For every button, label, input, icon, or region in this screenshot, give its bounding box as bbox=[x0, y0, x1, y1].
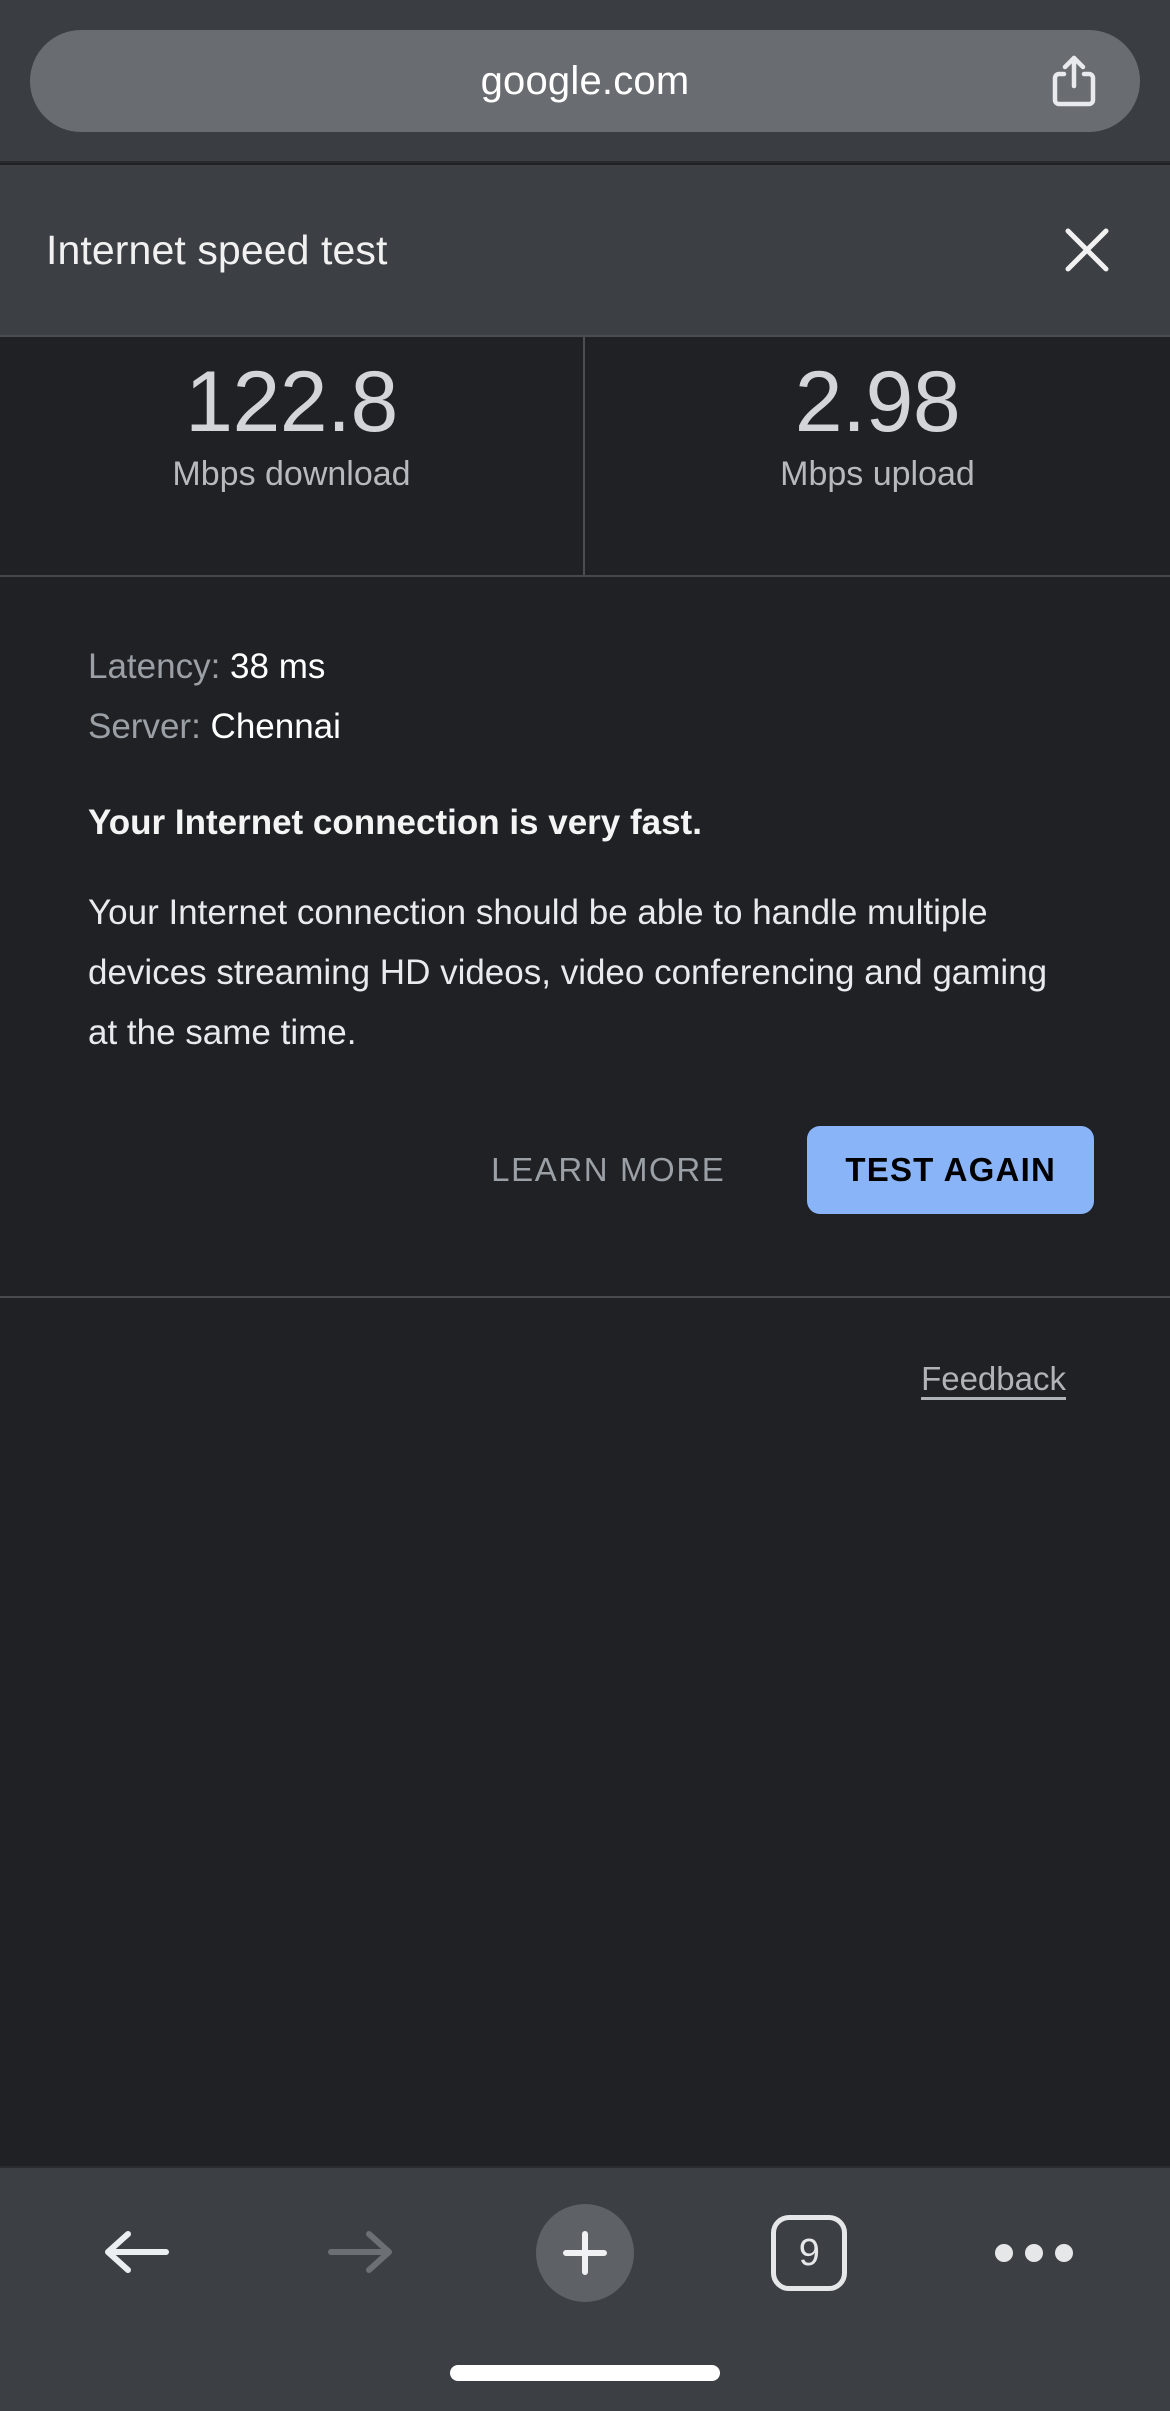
section-divider bbox=[0, 1296, 1170, 1298]
server-label: Server: bbox=[88, 707, 201, 746]
speed-results: 122.8 Mbps download 2.98 Mbps upload bbox=[0, 335, 1170, 577]
download-label: Mbps download bbox=[172, 454, 411, 493]
summary-body: Your Internet connection should be able … bbox=[88, 892, 1048, 1052]
close-icon[interactable] bbox=[1058, 221, 1116, 279]
speed-test-header: Internet speed test bbox=[0, 165, 1170, 335]
action-row: LEARN MORE TEST AGAIN bbox=[0, 1110, 1170, 1230]
ellipsis-icon bbox=[994, 2244, 1073, 2262]
feedback-row: Feedback bbox=[0, 1360, 1170, 1398]
browser-url-bar: google.com bbox=[0, 0, 1170, 163]
upload-label: Mbps upload bbox=[780, 454, 975, 493]
tab-count-badge: 9 bbox=[771, 2215, 848, 2291]
browser-toolbar: 9 bbox=[0, 2166, 1170, 2411]
url-input[interactable]: google.com bbox=[30, 30, 1140, 132]
latency-label: Latency: bbox=[88, 647, 221, 686]
forward-button[interactable] bbox=[296, 2188, 426, 2318]
plus-icon bbox=[535, 2204, 634, 2302]
latency-row: Latency: 38 ms bbox=[88, 637, 1082, 697]
latency-value: 38 ms bbox=[230, 647, 326, 686]
download-value: 122.8 bbox=[185, 354, 398, 450]
new-tab-button[interactable] bbox=[520, 2188, 650, 2318]
tabs-button[interactable]: 9 bbox=[744, 2188, 874, 2318]
speed-test-details: Latency: 38 ms Server: Chennai Your Inte… bbox=[0, 577, 1170, 1063]
share-icon[interactable] bbox=[1050, 53, 1098, 109]
upload-value: 2.98 bbox=[794, 354, 961, 450]
safari-browser-window: google.com Internet speed test 122.8 Mbp… bbox=[0, 0, 1170, 2411]
test-again-button[interactable]: TEST AGAIN bbox=[807, 1126, 1094, 1214]
more-menu-button[interactable] bbox=[969, 2188, 1099, 2318]
arrow-left-icon bbox=[100, 2223, 172, 2284]
back-button[interactable] bbox=[71, 2188, 201, 2318]
home-indicator bbox=[450, 2365, 720, 2381]
upload-result: 2.98 Mbps upload bbox=[585, 337, 1170, 575]
url-text: google.com bbox=[480, 59, 690, 103]
server-row: Server: Chennai bbox=[88, 697, 1082, 757]
page-title: Internet speed test bbox=[46, 226, 388, 273]
server-value: Chennai bbox=[210, 707, 341, 746]
feedback-link[interactable]: Feedback bbox=[921, 1360, 1066, 1398]
learn-more-button[interactable]: LEARN MORE bbox=[457, 1125, 759, 1215]
arrow-right-icon bbox=[325, 2223, 397, 2284]
summary-headline: Your Internet connection is very fast. bbox=[88, 803, 702, 842]
download-result: 122.8 Mbps download bbox=[0, 337, 585, 575]
